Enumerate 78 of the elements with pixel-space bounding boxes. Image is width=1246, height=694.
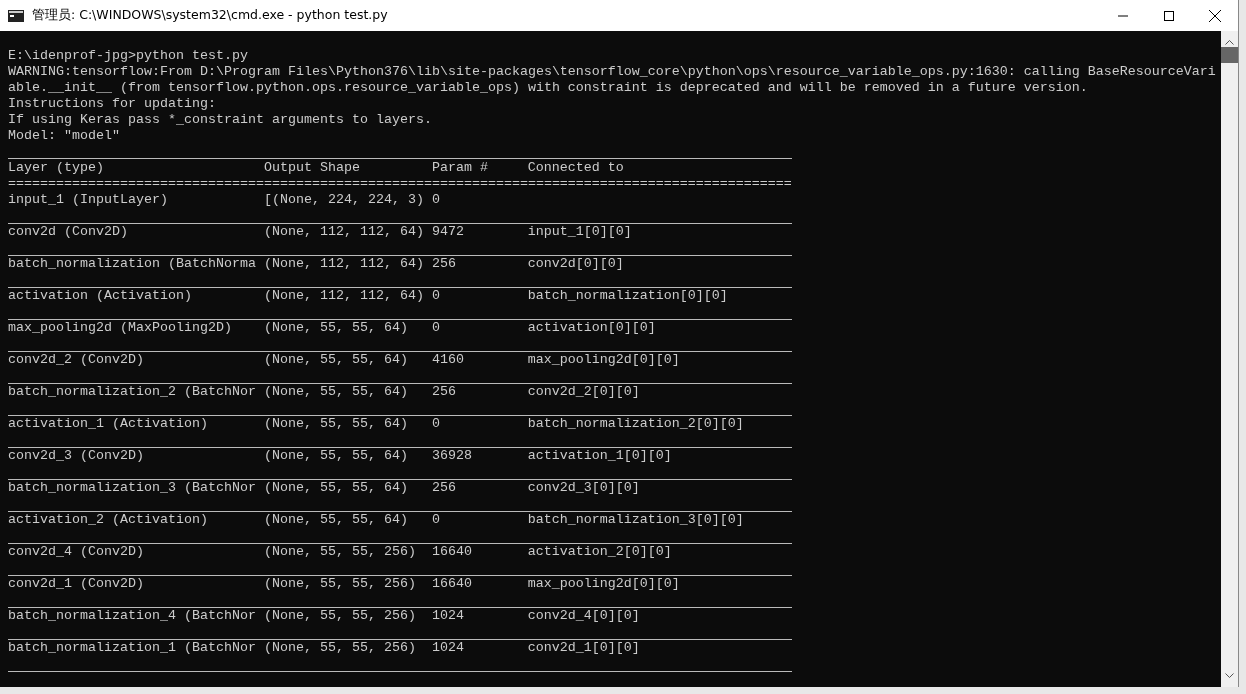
table-cell: (None, 55, 55, 256) — [263, 640, 416, 655]
table-cell: (None, 55, 55, 64) — [263, 320, 408, 335]
table-cell: activation (Activation) — [8, 288, 192, 303]
table-cell: [(None, 224, 224, 3) — [263, 192, 424, 207]
table-cell: (None, 55, 55, 256) — [263, 608, 416, 623]
table-cell: (None, 55, 55, 64) — [263, 416, 408, 431]
table-cell: 16640 — [431, 544, 472, 559]
table-cell: (None, 55, 55, 64) — [263, 384, 408, 399]
table-cell: batch_normalization_4 (BatchNor — [8, 608, 256, 623]
table-cell: 256 — [431, 256, 456, 271]
table-cell: conv2d[0][0] — [527, 256, 624, 271]
scroll-down-icon[interactable] — [1225, 673, 1234, 679]
table-cell: 0 — [431, 288, 440, 303]
table-cell: batch_normalization_3[0][0] — [527, 512, 744, 527]
scroll-thumb[interactable] — [1221, 47, 1238, 63]
table-cell: conv2d_3[0][0] — [527, 480, 640, 495]
table-cell: (None, 55, 55, 64) — [263, 512, 408, 527]
console-line: able.__init__ (from tensorflow.python.ops.resource_variable_ops) with constraint is deprecated and will be removed in a future version. — [8, 80, 1088, 95]
table-cell: activation[0][0] — [527, 320, 656, 335]
table-cell: conv2d (Conv2D) — [8, 224, 128, 239]
table-cell: 1024 — [431, 608, 464, 623]
table-cell: input_1[0][0] — [527, 224, 632, 239]
table-cell: (None, 112, 112, 64) — [263, 256, 424, 271]
table-cell: conv2d_1[0][0] — [527, 640, 640, 655]
scrollbar[interactable] — [1221, 31, 1238, 687]
table-cell: 9472 — [431, 224, 464, 239]
table-cell: (None, 55, 55, 64) — [263, 352, 408, 367]
table-cell: conv2d_4 (Conv2D) — [8, 544, 144, 559]
console-icon — [8, 9, 24, 22]
table-cell: 0 — [431, 320, 440, 335]
table-cell: input_1 (InputLayer) — [8, 192, 168, 207]
table-cell: batch_normalization_2 (BatchNor — [8, 384, 256, 399]
column-header: Output Shape — [263, 160, 360, 175]
table-cell: 36928 — [431, 448, 472, 463]
table-cell: batch_normalization (BatchNorma — [8, 256, 256, 271]
table-cell: 0 — [431, 416, 440, 431]
scroll-up-icon[interactable] — [1225, 39, 1234, 45]
table-cell: conv2d_3 (Conv2D) — [8, 448, 144, 463]
console-line: E:\idenprof-jpg>python test.py — [8, 48, 248, 63]
table-cell: conv2d_4[0][0] — [527, 608, 640, 623]
table-cell: 4160 — [431, 352, 464, 367]
table-cell: (None, 55, 55, 256) — [263, 544, 416, 559]
table-cell: max_pooling2d[0][0] — [527, 352, 680, 367]
console-line: Instructions for updating: — [8, 96, 216, 111]
table-cell: batch_normalization_2[0][0] — [527, 416, 744, 431]
maximize-icon — [1164, 11, 1174, 21]
table-cell: conv2d_2 (Conv2D) — [8, 352, 144, 367]
table-cell: 1024 — [431, 640, 464, 655]
table-cell: (None, 55, 55, 64) — [263, 480, 408, 495]
table-cell: 0 — [431, 512, 440, 527]
table-cell: 256 — [431, 384, 456, 399]
table-cell: conv2d_2[0][0] — [527, 384, 640, 399]
table-cell: 16640 — [431, 576, 472, 591]
table-cell: activation_1 (Activation) — [8, 416, 208, 431]
table-cell: batch_normalization_3 (BatchNor — [8, 480, 256, 495]
close-icon — [1209, 10, 1221, 22]
column-header: Param # — [431, 160, 488, 175]
table-cell: activation_2[0][0] — [527, 544, 672, 559]
table-cell: (None, 112, 112, 64) — [263, 288, 424, 303]
console-line: WARNING:tensorflow:From D:\Program Files\Python376\lib\site-packages\tensorflow_core\python\ops\resource_variable_ops.py:1630: calling BaseResourceVari — [8, 64, 1216, 79]
console-line: If using Keras pass *_constraint arguments to layers. — [8, 112, 432, 127]
table-cell: max_pooling2d[0][0] — [527, 576, 680, 591]
table-cell: (None, 55, 55, 256) — [263, 576, 416, 591]
table-cell: (None, 55, 55, 64) — [263, 448, 408, 463]
separator-line: ================================================================================================== — [8, 176, 792, 191]
table-cell: (None, 112, 112, 64) — [263, 224, 424, 239]
table-cell: 0 — [431, 192, 440, 207]
table-cell: activation_2 (Activation) — [8, 512, 208, 527]
column-header: Connected to — [527, 160, 624, 175]
table-cell: activation_1[0][0] — [527, 448, 672, 463]
table-cell: conv2d_1 (Conv2D) — [8, 576, 144, 591]
table-cell: max_pooling2d (MaxPooling2D) — [8, 320, 232, 335]
table-cell: 256 — [431, 480, 456, 495]
console-line: Model: "model" — [8, 128, 120, 143]
window-title: 管理员: C:\WINDOWS\system32\cmd.exe - python test.py — [32, 6, 388, 25]
column-header: Layer (type) — [8, 160, 104, 175]
table-cell: batch_normalization_1 (BatchNor — [8, 640, 256, 655]
table-cell: batch_normalization[0][0] — [527, 288, 728, 303]
